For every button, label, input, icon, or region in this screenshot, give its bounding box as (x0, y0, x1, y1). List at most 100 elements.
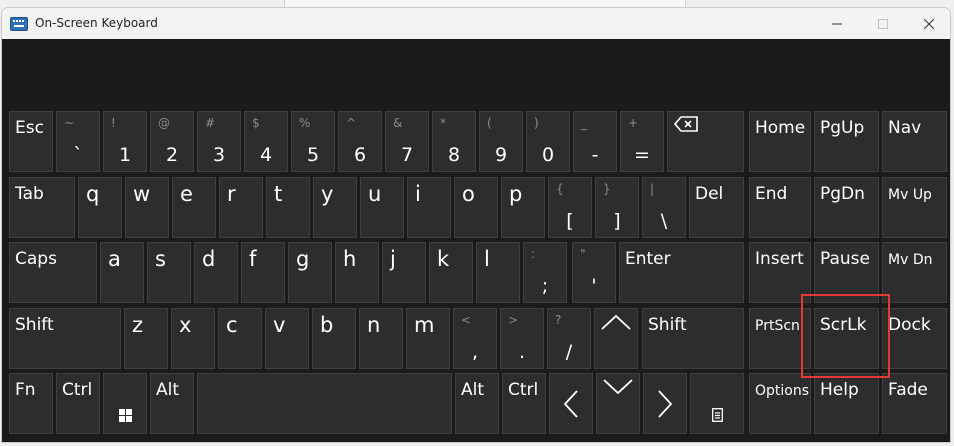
num-row-key-5[interactable]: % 5 (291, 111, 335, 172)
left-ctrl-key[interactable]: Ctrl (56, 373, 100, 434)
enter-key[interactable]: Enter (619, 242, 744, 303)
nav-key[interactable]: Nav (882, 111, 947, 172)
key-f[interactable]: f (241, 242, 285, 303)
num-row-key-0[interactable]: ~ ` (56, 111, 100, 172)
del-key[interactable]: Del (689, 177, 744, 238)
esc-key[interactable]: Esc (9, 111, 53, 172)
caps-key[interactable]: Caps (9, 242, 97, 303)
end-key[interactable]: End (749, 177, 811, 238)
mv-dn-key[interactable]: Mv Dn (882, 242, 947, 303)
key-y[interactable]: y (313, 177, 357, 238)
num-row-key-4[interactable]: $4 (244, 111, 288, 172)
num-row-key-9[interactable]: (9 (479, 111, 523, 172)
key-z[interactable]: z (124, 308, 168, 369)
key-u[interactable]: u (360, 177, 404, 238)
pause-key-label: Pause (820, 249, 870, 269)
windows-key[interactable] (103, 373, 147, 434)
key-d[interactable]: d (194, 242, 238, 303)
left-shift-key[interactable]: Shift (9, 308, 121, 369)
num-row-key-8[interactable]: * 8 (432, 111, 476, 172)
bracket-key-0[interactable]: {[ (548, 177, 592, 238)
key-t[interactable]: t (266, 177, 310, 238)
caps-key-label: Caps (15, 249, 57, 269)
num-row-key-2[interactable]: @2 (150, 111, 194, 172)
del-key-label: Del (695, 184, 724, 204)
key-e[interactable]: e (172, 177, 216, 238)
backspace-key[interactable] (667, 111, 744, 172)
spacebar-key[interactable] (197, 373, 452, 434)
key-a[interactable]: a (100, 242, 144, 303)
key-x[interactable]: x (171, 308, 215, 369)
key-j[interactable]: j (382, 242, 426, 303)
up-arrow-icon (595, 309, 637, 368)
menu-key[interactable] (690, 373, 744, 434)
close-button[interactable] (906, 8, 950, 39)
tab-key-label: Tab (15, 184, 44, 204)
right-arrow-key[interactable] (643, 373, 687, 434)
num-row-key-11[interactable]: _ - (573, 111, 617, 172)
num-row-key-3[interactable]: #3 (197, 111, 241, 172)
num-row-key-7-main-label: 7 (400, 144, 414, 166)
key-i[interactable]: i (407, 177, 451, 238)
punct-key-0[interactable]: <, (453, 308, 497, 369)
tab-key[interactable]: Tab (9, 177, 75, 238)
semicolon-key-0[interactable]: :; (523, 242, 567, 303)
key-k[interactable]: k (429, 242, 473, 303)
key-m[interactable]: m (406, 308, 450, 369)
punct-key-2[interactable]: ? / (547, 308, 591, 369)
up-arrow-key[interactable] (594, 308, 638, 369)
right-ctrl-key[interactable]: Ctrl (502, 373, 546, 434)
num-row-key-10[interactable]: ) 0 (526, 111, 570, 172)
right-alt-key[interactable]: Alt (455, 373, 499, 434)
key-p[interactable]: p (501, 177, 545, 238)
top-band (2, 39, 950, 112)
key-w[interactable]: w (125, 177, 169, 238)
key-o[interactable]: o (454, 177, 498, 238)
num-row-key-12[interactable]: + = (620, 111, 664, 172)
bracket-key-2[interactable]: | \ (642, 177, 686, 238)
num-row-key-7[interactable]: & 7 (385, 111, 429, 172)
key-s[interactable]: s (147, 242, 191, 303)
num-row-key-11-shift-label: _ (581, 116, 587, 130)
key-b[interactable]: b (312, 308, 356, 369)
key-n[interactable]: n (359, 308, 403, 369)
key-v[interactable]: v (265, 308, 309, 369)
fn-key[interactable]: Fn (9, 373, 53, 434)
key-r[interactable]: r (219, 177, 263, 238)
num-row-key-1[interactable]: ! 1 (103, 111, 147, 172)
right-shift-key[interactable]: Shift (642, 308, 744, 369)
num-row-key-4-shift-label: $ (252, 116, 260, 130)
help-key[interactable]: Help (814, 373, 879, 434)
pgup-key[interactable]: PgUp (814, 111, 879, 172)
scrlk-key[interactable]: ScrLk (814, 308, 879, 369)
down-arrow-key[interactable] (596, 373, 640, 434)
insert-key[interactable]: Insert (749, 242, 811, 303)
num-row-key-6[interactable]: ^ 6 (338, 111, 382, 172)
fade-key[interactable]: Fade (882, 373, 947, 434)
key-h[interactable]: h (335, 242, 379, 303)
home-key[interactable]: Home (749, 111, 811, 172)
key-g-label: g (296, 247, 310, 271)
minimize-button[interactable] (814, 8, 860, 39)
right-alt-key-label: Alt (461, 380, 485, 400)
left-arrow-key[interactable] (549, 373, 593, 434)
bracket-key-2-main-label: \ (660, 210, 668, 232)
keyboard-area: Esc ~ `! 1 @2 #3 $4% 5 ^ 6 & 7 * 8(9) 0 _ - + = Tab q w e r t y u i… (2, 39, 950, 442)
options-key[interactable]: Options (749, 373, 811, 434)
prtscn-key[interactable]: PrtScn (749, 308, 811, 369)
key-q[interactable]: q (78, 177, 122, 238)
num-row-key-2-shift-label: @ (158, 116, 170, 130)
key-g[interactable]: g (288, 242, 332, 303)
left-alt-key[interactable]: Alt (150, 373, 194, 434)
key-l[interactable]: l (476, 242, 520, 303)
maximize-button[interactable] (860, 8, 906, 39)
key-c[interactable]: c (218, 308, 262, 369)
num-row-key-3-main-label: 3 (212, 144, 226, 166)
punct-key-1[interactable]: >. (500, 308, 544, 369)
pause-key[interactable]: Pause (814, 242, 879, 303)
mv-up-key[interactable]: Mv Up (882, 177, 947, 238)
dock-key[interactable]: Dock (882, 308, 947, 369)
bracket-key-1[interactable]: }] (595, 177, 639, 238)
semicolon-key-1[interactable]: " ' (572, 242, 616, 303)
pgdn-key[interactable]: PgDn (814, 177, 879, 238)
